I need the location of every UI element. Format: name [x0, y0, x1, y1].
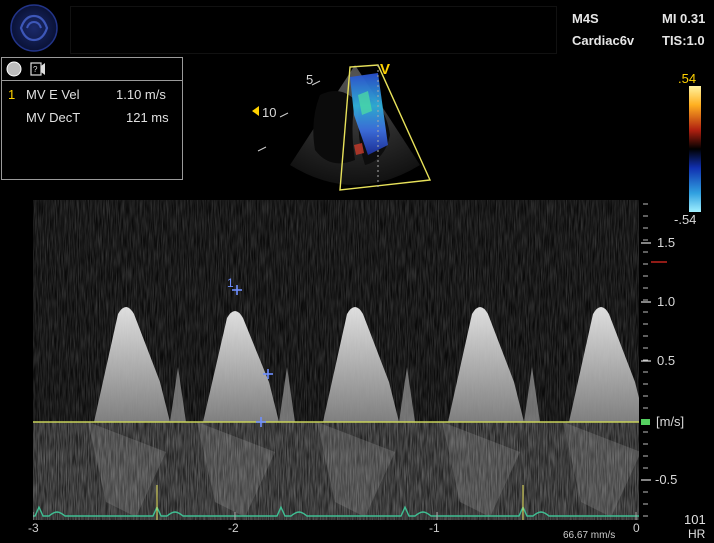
speaker-icon[interactable]: ?: [29, 61, 49, 77]
mechanical-index: MI 0.31: [662, 11, 706, 26]
depth-label: 5: [306, 72, 313, 87]
probe-name: M4S: [572, 11, 599, 26]
measurement-row: MV DecT 121 ms: [8, 110, 182, 128]
heart-rate-value: 101: [684, 512, 706, 527]
measurement-value: 121 ms: [126, 110, 169, 125]
velocity-axis: [641, 203, 667, 517]
ge-logo-icon: [10, 4, 58, 52]
x-tick-label: 0: [633, 521, 640, 535]
baseline-handle[interactable]: [641, 419, 650, 425]
color-scale-max: .54: [678, 71, 697, 86]
y-tick-label: -0.5: [655, 472, 678, 487]
top-bar: M4S Cardiac6v MI 0.31 TIS:1.0: [0, 0, 714, 57]
depth-label: 10: [262, 105, 276, 120]
measurement-panel: ? 1 MV E Vel 1.10 m/s MV DecT 121 ms: [1, 57, 183, 180]
measurement-row: 1 MV E Vel 1.10 m/s: [8, 87, 182, 105]
thermal-index: TIS:1.0: [662, 33, 705, 48]
preset-name: Cardiac6v: [572, 33, 635, 48]
sweep-speed: 66.67 mm/s: [563, 530, 616, 541]
y-tick-label: 0.5: [657, 353, 676, 368]
measurement-index: 1: [8, 87, 16, 102]
y-tick-label: 1.0: [657, 294, 676, 309]
caliper-label: 1: [227, 276, 234, 290]
measurement-panel-header: ?: [2, 58, 182, 81]
measurement-value: 1.10 m/s: [116, 87, 166, 102]
measurement-name: MV E Vel: [26, 87, 80, 102]
view-label: V: [380, 61, 390, 78]
color-velocity-scale: [689, 86, 701, 212]
x-tick-label: -1: [429, 521, 440, 535]
x-tick-label: -3: [28, 521, 39, 535]
velocity-unit: [m/s]: [656, 414, 685, 429]
svg-text:?: ?: [33, 65, 38, 74]
y-tick-label: 1.5: [657, 235, 676, 250]
record-icon[interactable]: [6, 61, 22, 77]
heart-rate-unit: HR: [688, 527, 706, 541]
spectral-doppler-display: [33, 200, 639, 520]
top-info-band: [70, 6, 557, 54]
x-tick-label: -2: [228, 521, 239, 535]
echo-sector-image: 5 10 15 V: [250, 61, 432, 191]
measurement-name: MV DecT: [26, 110, 81, 125]
